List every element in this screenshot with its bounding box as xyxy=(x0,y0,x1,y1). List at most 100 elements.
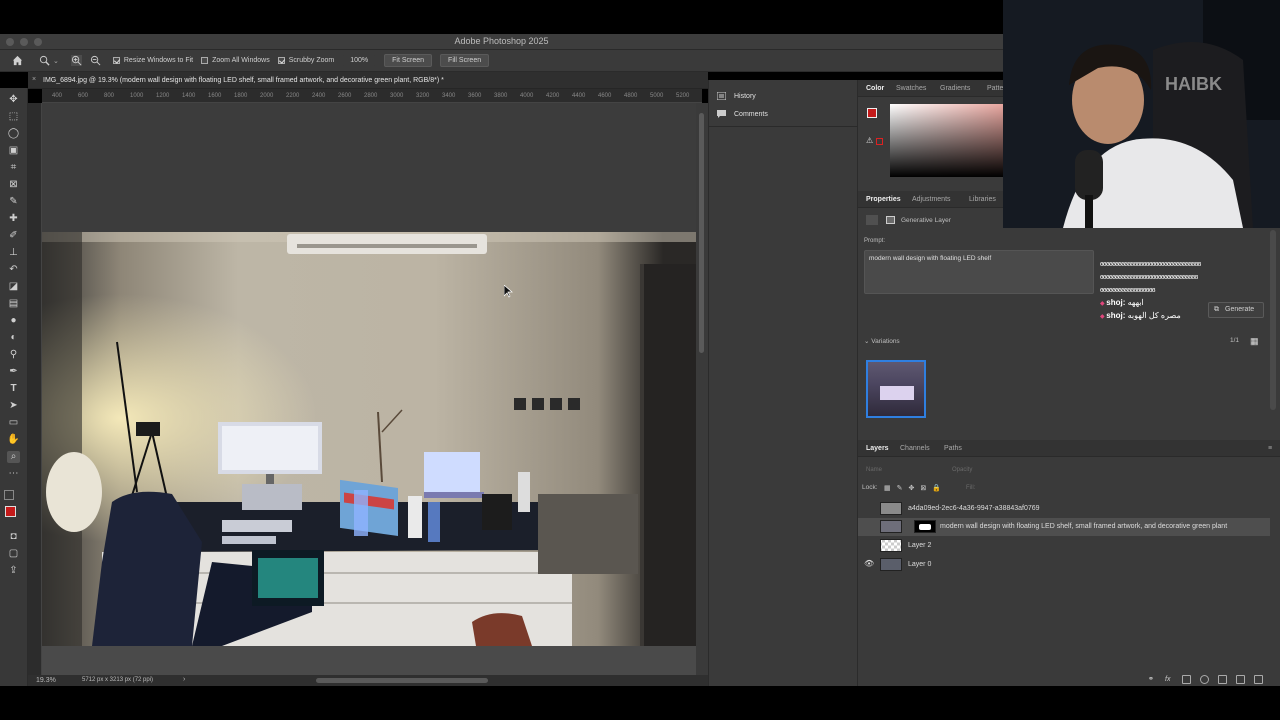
opacity-label[interactable]: Opacity xyxy=(952,467,972,473)
chevron-right-icon[interactable]: › xyxy=(183,676,185,683)
default-colors-icon[interactable] xyxy=(4,490,14,500)
tab-adjustments[interactable]: Adjustments xyxy=(912,196,951,203)
horizontal-scroll-thumb[interactable] xyxy=(316,678,488,683)
link-layers-icon[interactable]: ⚭ xyxy=(1148,675,1157,684)
tab-channels[interactable]: Channels xyxy=(900,445,930,452)
room-photo xyxy=(42,232,696,646)
share-icon[interactable]: ⇪ xyxy=(7,565,20,577)
variations-header[interactable]: ⌄ Variations xyxy=(864,337,900,345)
zoom-out-icon[interactable] xyxy=(90,55,101,66)
zoom-in-icon[interactable] xyxy=(70,55,82,66)
add-mask-icon[interactable] xyxy=(1182,675,1191,684)
ruler-tick-label: 5200 xyxy=(676,93,690,99)
rectangle-tool-icon[interactable]: ▭ xyxy=(7,417,20,429)
foreground-color-chip[interactable] xyxy=(867,108,877,118)
object-select-tool-icon[interactable]: ▣ xyxy=(7,145,20,157)
zoom-all-windows-checkbox[interactable]: Zoom All Windows xyxy=(201,57,270,64)
tab-layers[interactable]: Layers xyxy=(866,445,889,452)
home-icon[interactable] xyxy=(12,55,23,66)
document-image[interactable] xyxy=(42,232,696,646)
path-selection-tool-icon[interactable]: ➤ xyxy=(7,400,20,412)
variation-thumbnail[interactable] xyxy=(866,360,926,418)
ruler-tick-label: 1000 xyxy=(130,93,144,99)
tab-gradients[interactable]: Gradients xyxy=(940,85,970,92)
layer-row[interactable]: Layer 2 xyxy=(858,537,1270,555)
gamut-swatch[interactable] xyxy=(876,138,883,145)
tab-properties[interactable]: Properties xyxy=(866,196,901,203)
layer-name: a4da09ed-2ec6-4a36-9947-a38843af0769 xyxy=(908,505,1040,512)
top-ruler: 400 600 800 1000 1200 1400 1600 1800 2000 2200 240… xyxy=(42,89,702,103)
tab-color[interactable]: Color xyxy=(866,85,884,92)
delete-layer-icon[interactable] xyxy=(1254,675,1263,684)
checkbox-icon xyxy=(112,57,120,64)
move-tool-icon[interactable]: ✥ xyxy=(7,94,20,106)
eyedropper-tool-icon[interactable]: ✎ xyxy=(7,196,20,208)
fx-icon[interactable]: fx xyxy=(1165,675,1174,684)
brush-tool-icon[interactable]: ✐ xyxy=(7,230,20,242)
tab-swatches[interactable]: Swatches xyxy=(896,85,926,92)
ruler-tick-label: 4800 xyxy=(624,93,638,99)
clone-stamp-tool-icon[interactable]: ⊥ xyxy=(7,247,20,259)
screen-mode-icon[interactable]: ▢ xyxy=(7,548,20,560)
dodge-tool-icon[interactable]: ◐ xyxy=(7,332,20,344)
prompt-input[interactable]: modern wall design with floating LED she… xyxy=(864,250,1094,294)
new-group-icon[interactable] xyxy=(1218,675,1227,684)
layer-name: Layer 0 xyxy=(908,561,932,568)
chat-text: ɞɞɞɞɞɞɞɞɞɞɞɞɞɞɞɞɞɞɞɞɞɞɞɞɞɞɞɞɞɞɞɞ xyxy=(1100,274,1198,281)
gradient-tool-icon[interactable]: ▤ xyxy=(7,298,20,310)
tab-paths[interactable]: Paths xyxy=(944,445,962,452)
more-tools-icon[interactable]: ⋯ xyxy=(7,468,20,480)
ruler-tick-label: 400 xyxy=(52,93,63,99)
eraser-tool-icon[interactable]: ◪ xyxy=(7,281,20,293)
chair-logo-text: HAIBK xyxy=(1165,74,1222,94)
resize-windows-checkbox[interactable]: Resize Windows to Fit xyxy=(112,57,193,64)
fit-screen-button[interactable]: Fit Screen xyxy=(384,54,433,67)
new-layer-icon[interactable] xyxy=(1236,675,1245,684)
history-panel-button[interactable]: History xyxy=(717,92,756,100)
sponge-tool-icon[interactable]: ⚲ xyxy=(7,349,20,361)
history-brush-tool-icon[interactable]: ↶ xyxy=(7,264,20,276)
eye-icon[interactable]: 👁 xyxy=(864,559,874,568)
type-tool-icon[interactable]: T xyxy=(7,383,20,395)
layer-row-selected[interactable]: modern wall design with floating LED she… xyxy=(858,518,1270,536)
layer-row[interactable]: 👁 Layer 0 xyxy=(858,556,1270,574)
comments-panel-button[interactable]: Comments xyxy=(717,110,768,118)
blur-tool-icon[interactable]: ● xyxy=(7,315,20,327)
document-tab[interactable]: IMG_6894.jpg @ 19.3% (modern wall design… xyxy=(28,72,708,89)
marquee-tool-icon[interactable]: ⬚ xyxy=(7,111,20,123)
close-tab-icon[interactable]: × xyxy=(32,76,38,83)
frame-tool-icon[interactable]: ⊠ xyxy=(7,179,20,191)
fill-screen-button[interactable]: Fill Screen xyxy=(440,54,490,67)
tab-libraries[interactable]: Libraries xyxy=(969,196,996,203)
lasso-tool-icon[interactable]: ◯ xyxy=(7,128,20,140)
history-icon xyxy=(717,92,726,100)
ruler-tick-label: 1400 xyxy=(182,93,196,99)
color-picker-field[interactable] xyxy=(890,104,1003,177)
zoom-level[interactable]: 19.3% xyxy=(36,677,56,684)
lock-icons[interactable]: ▦✎✥⊠🔒 xyxy=(884,484,947,492)
quick-mask-icon[interactable]: ◘ xyxy=(7,531,20,543)
ruler-tick-label: 1200 xyxy=(156,93,170,99)
properties-scrollbar[interactable] xyxy=(1270,230,1276,410)
scrubby-zoom-checkbox[interactable]: Scrubby Zoom xyxy=(277,57,334,64)
adjustment-layer-icon[interactable] xyxy=(1200,675,1209,684)
hand-tool-icon[interactable]: ✋ xyxy=(7,434,20,446)
scroll-thumb[interactable] xyxy=(699,113,704,353)
crop-tool-icon[interactable]: ⌗ xyxy=(7,162,20,174)
foreground-color-swatch[interactable] xyxy=(5,506,16,517)
layer-filter-kind[interactable]: Name xyxy=(866,467,882,473)
healing-brush-tool-icon[interactable]: ✚ xyxy=(7,213,20,225)
generative-icon xyxy=(866,215,878,225)
zoom-percent-field[interactable]: 100% xyxy=(342,54,377,67)
ruler-tick-label: 3400 xyxy=(442,93,456,99)
vertical-scrollbar[interactable] xyxy=(696,103,708,675)
zoom-tool-icon[interactable] xyxy=(39,55,50,66)
tab-patterns[interactable]: Patte xyxy=(987,85,1003,92)
layer-thumbnail xyxy=(880,520,902,533)
zoom-tool-active-icon[interactable]: ⌕ xyxy=(7,451,20,463)
layer-row[interactable]: a4da09ed-2ec6-4a36-9947-a38843af0769 xyxy=(858,500,1270,518)
panel-menu-icon[interactable]: ≡ xyxy=(1268,445,1272,452)
chevron-down-icon[interactable]: ⌄ xyxy=(53,57,59,65)
grid-view-icon[interactable]: ▦ xyxy=(1250,336,1259,347)
pen-tool-icon[interactable]: ✒ xyxy=(7,366,20,378)
